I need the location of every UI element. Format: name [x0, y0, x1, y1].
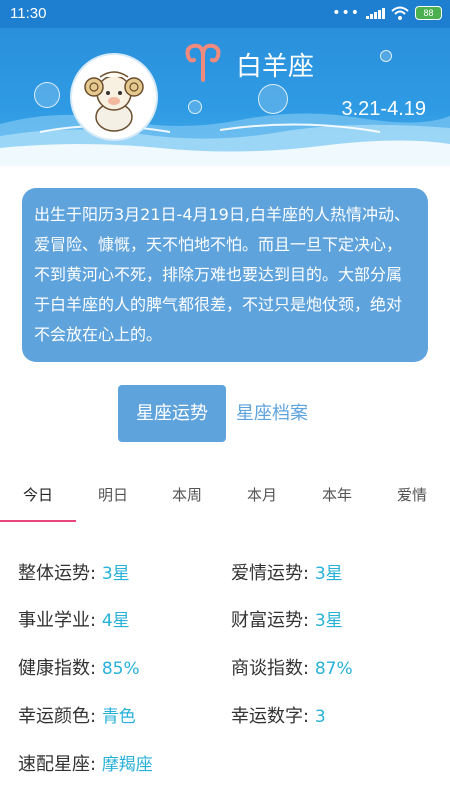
wifi-icon: [391, 6, 409, 20]
horoscope-fortune-button[interactable]: 星座运势: [118, 385, 226, 442]
tab-this-month[interactable]: 本月: [224, 478, 300, 514]
fortune-negotiation-label: 商谈指数:: [231, 658, 310, 679]
fortune-lucky-color-label: 幸运颜色:: [18, 706, 97, 727]
sign-name: 白羊座: [236, 52, 315, 82]
tab-love[interactable]: 爱情: [374, 478, 450, 514]
fortune-health: 健康指数: 85%: [18, 654, 140, 680]
fortune-match-label: 速配星座:: [18, 754, 97, 775]
fortune-overall-label: 整体运势:: [18, 563, 97, 584]
sign-profile-button[interactable]: 星座档案: [236, 385, 336, 442]
fortune-lucky-number-value: 3: [314, 707, 326, 727]
bubble-decoration: [380, 50, 392, 62]
header-banner: 白羊座 3.21-4.19: [0, 28, 450, 166]
fortune-negotiation-value: 87%: [314, 659, 353, 679]
tab-this-year[interactable]: 本年: [300, 478, 374, 514]
bubble-decoration: [188, 100, 202, 114]
fortune-love-value: 3星: [314, 564, 343, 584]
notification-dots-icon: •••: [332, 5, 360, 21]
tab-indicator: [0, 520, 76, 522]
battery-icon: 88: [415, 6, 442, 20]
fortune-overall-value: 3星: [101, 564, 130, 584]
fortune-wealth-value: 3星: [314, 611, 343, 631]
bubble-decoration: [258, 84, 288, 114]
tab-this-week[interactable]: 本周: [150, 478, 224, 514]
fortune-negotiation: 商谈指数: 87%: [231, 654, 353, 680]
sign-description: 出生于阳历3月21日-4月19日,白羊座的人热情冲动、爱冒险、慷慨，天不怕地不怕…: [22, 188, 428, 362]
fortune-lucky-number-label: 幸运数字:: [231, 706, 310, 727]
period-tabs: 今日 明日 本周 本月 本年 爱情: [0, 478, 450, 524]
aries-symbol-icon: [185, 43, 221, 82]
tab-today[interactable]: 今日: [0, 478, 76, 514]
signal-icon: [366, 7, 385, 19]
wave-background: [0, 113, 450, 166]
fortune-overall: 整体运势: 3星: [18, 559, 130, 585]
fortune-health-value: 85%: [101, 659, 140, 679]
tab-tomorrow[interactable]: 明日: [76, 478, 150, 514]
fortune-match-value: 摩羯座: [101, 755, 153, 775]
fortune-lucky-number: 幸运数字: 3: [231, 702, 326, 728]
bubble-decoration: [34, 82, 60, 108]
date-range: 3.21-4.19: [341, 98, 426, 120]
fortune-career-label: 事业学业:: [18, 610, 97, 631]
ram-avatar: [70, 53, 158, 141]
fortune-match: 速配星座: 摩羯座: [18, 750, 153, 776]
status-time: 11:30: [10, 5, 47, 22]
fortune-love: 爱情运势: 3星: [231, 559, 343, 585]
fortune-wealth-label: 财富运势:: [231, 610, 310, 631]
fortune-lucky-color: 幸运颜色: 青色: [18, 702, 136, 728]
fortune-lucky-color-value: 青色: [101, 707, 136, 727]
fortune-career-value: 4星: [101, 611, 130, 631]
fortune-career: 事业学业: 4星: [18, 606, 130, 632]
fortune-health-label: 健康指数:: [18, 658, 97, 679]
fortune-love-label: 爱情运势:: [231, 563, 310, 584]
status-bar: 11:30 ••• 88: [0, 0, 450, 28]
fortune-wealth: 财富运势: 3星: [231, 606, 343, 632]
status-icons: ••• 88: [332, 6, 442, 20]
